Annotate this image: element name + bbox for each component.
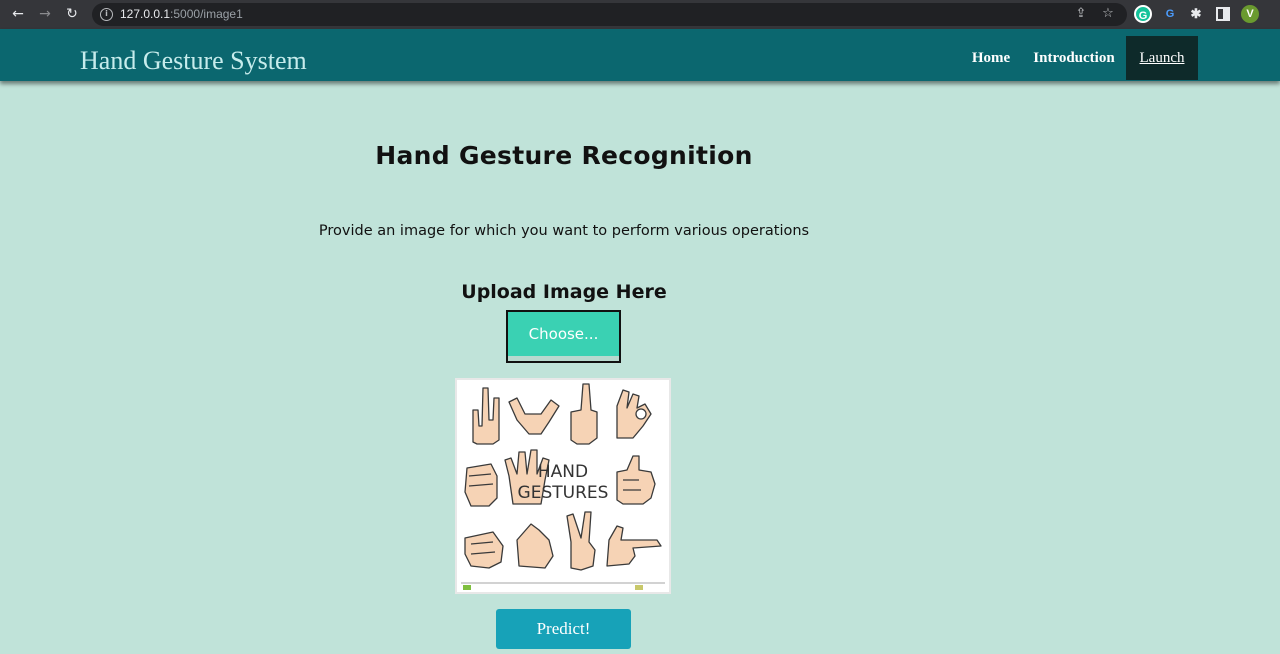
site-info-icon[interactable]: i — [100, 8, 113, 21]
pointing-up-gesture-icon — [570, 383, 598, 445]
closed-fist-gesture-icon — [464, 531, 504, 569]
shaka-gesture-icon — [508, 397, 560, 435]
page-title: Hand Gesture Recognition — [375, 141, 753, 170]
hand-gestures-illustration: HAND GESTURES — [461, 383, 665, 590]
forward-arrow-icon[interactable]: → — [36, 5, 54, 23]
grammarly-extension-icon[interactable]: G — [1134, 5, 1152, 23]
url-text[interactable]: 127.0.0.1:5000/image1 — [120, 7, 243, 21]
share-icon[interactable]: ⇪ — [1073, 6, 1089, 22]
pinch-gesture-icon — [516, 523, 554, 569]
back-arrow-icon[interactable]: ← — [9, 5, 27, 23]
brand-title[interactable]: Hand Gesture System — [80, 46, 307, 76]
preview-text-line2: GESTURES — [518, 483, 609, 503]
reload-icon[interactable]: ↻ — [63, 5, 81, 23]
address-bar[interactable]: i 127.0.0.1:5000/image1 ⇪ ☆ — [92, 3, 1127, 26]
peace-gesture-icon — [566, 511, 596, 571]
rock-gesture-icon — [472, 387, 500, 445]
fist-gesture-icon — [464, 463, 498, 507]
predict-button[interactable]: Predict! — [496, 609, 631, 649]
nav-link-home[interactable]: Home — [960, 36, 1022, 80]
upload-heading: Upload Image Here — [461, 281, 667, 303]
side-panel-icon[interactable] — [1214, 5, 1232, 23]
ok-gesture-icon — [616, 389, 652, 439]
page-subtitle: Provide an image for which you want to p… — [318, 223, 810, 239]
uploaded-image-preview: HAND GESTURES — [455, 378, 671, 594]
choose-file-label: Choose... — [528, 325, 599, 343]
choose-file-button[interactable]: Choose... — [506, 310, 621, 363]
choose-file-underbar — [508, 356, 619, 361]
nav-link-launch[interactable]: Launch — [1126, 36, 1198, 80]
profile-avatar[interactable]: V — [1241, 5, 1259, 23]
finger-gun-gesture-icon — [606, 525, 662, 567]
nav-link-introduction[interactable]: Introduction — [1026, 36, 1122, 80]
puzzle-extensions-icon[interactable]: ✱ — [1187, 5, 1205, 23]
bookmark-star-icon[interactable]: ☆ — [1100, 6, 1116, 22]
google-extension-icon[interactable]: G — [1161, 5, 1179, 23]
preview-text-line1: HAND — [538, 462, 588, 482]
browser-toolbar: ← → ↻ i 127.0.0.1:5000/image1 ⇪ ☆ G G ✱ … — [0, 0, 1280, 29]
thumbs-up-gesture-icon — [616, 455, 656, 505]
navbar: Hand Gesture System Home Introduction La… — [0, 29, 1280, 81]
